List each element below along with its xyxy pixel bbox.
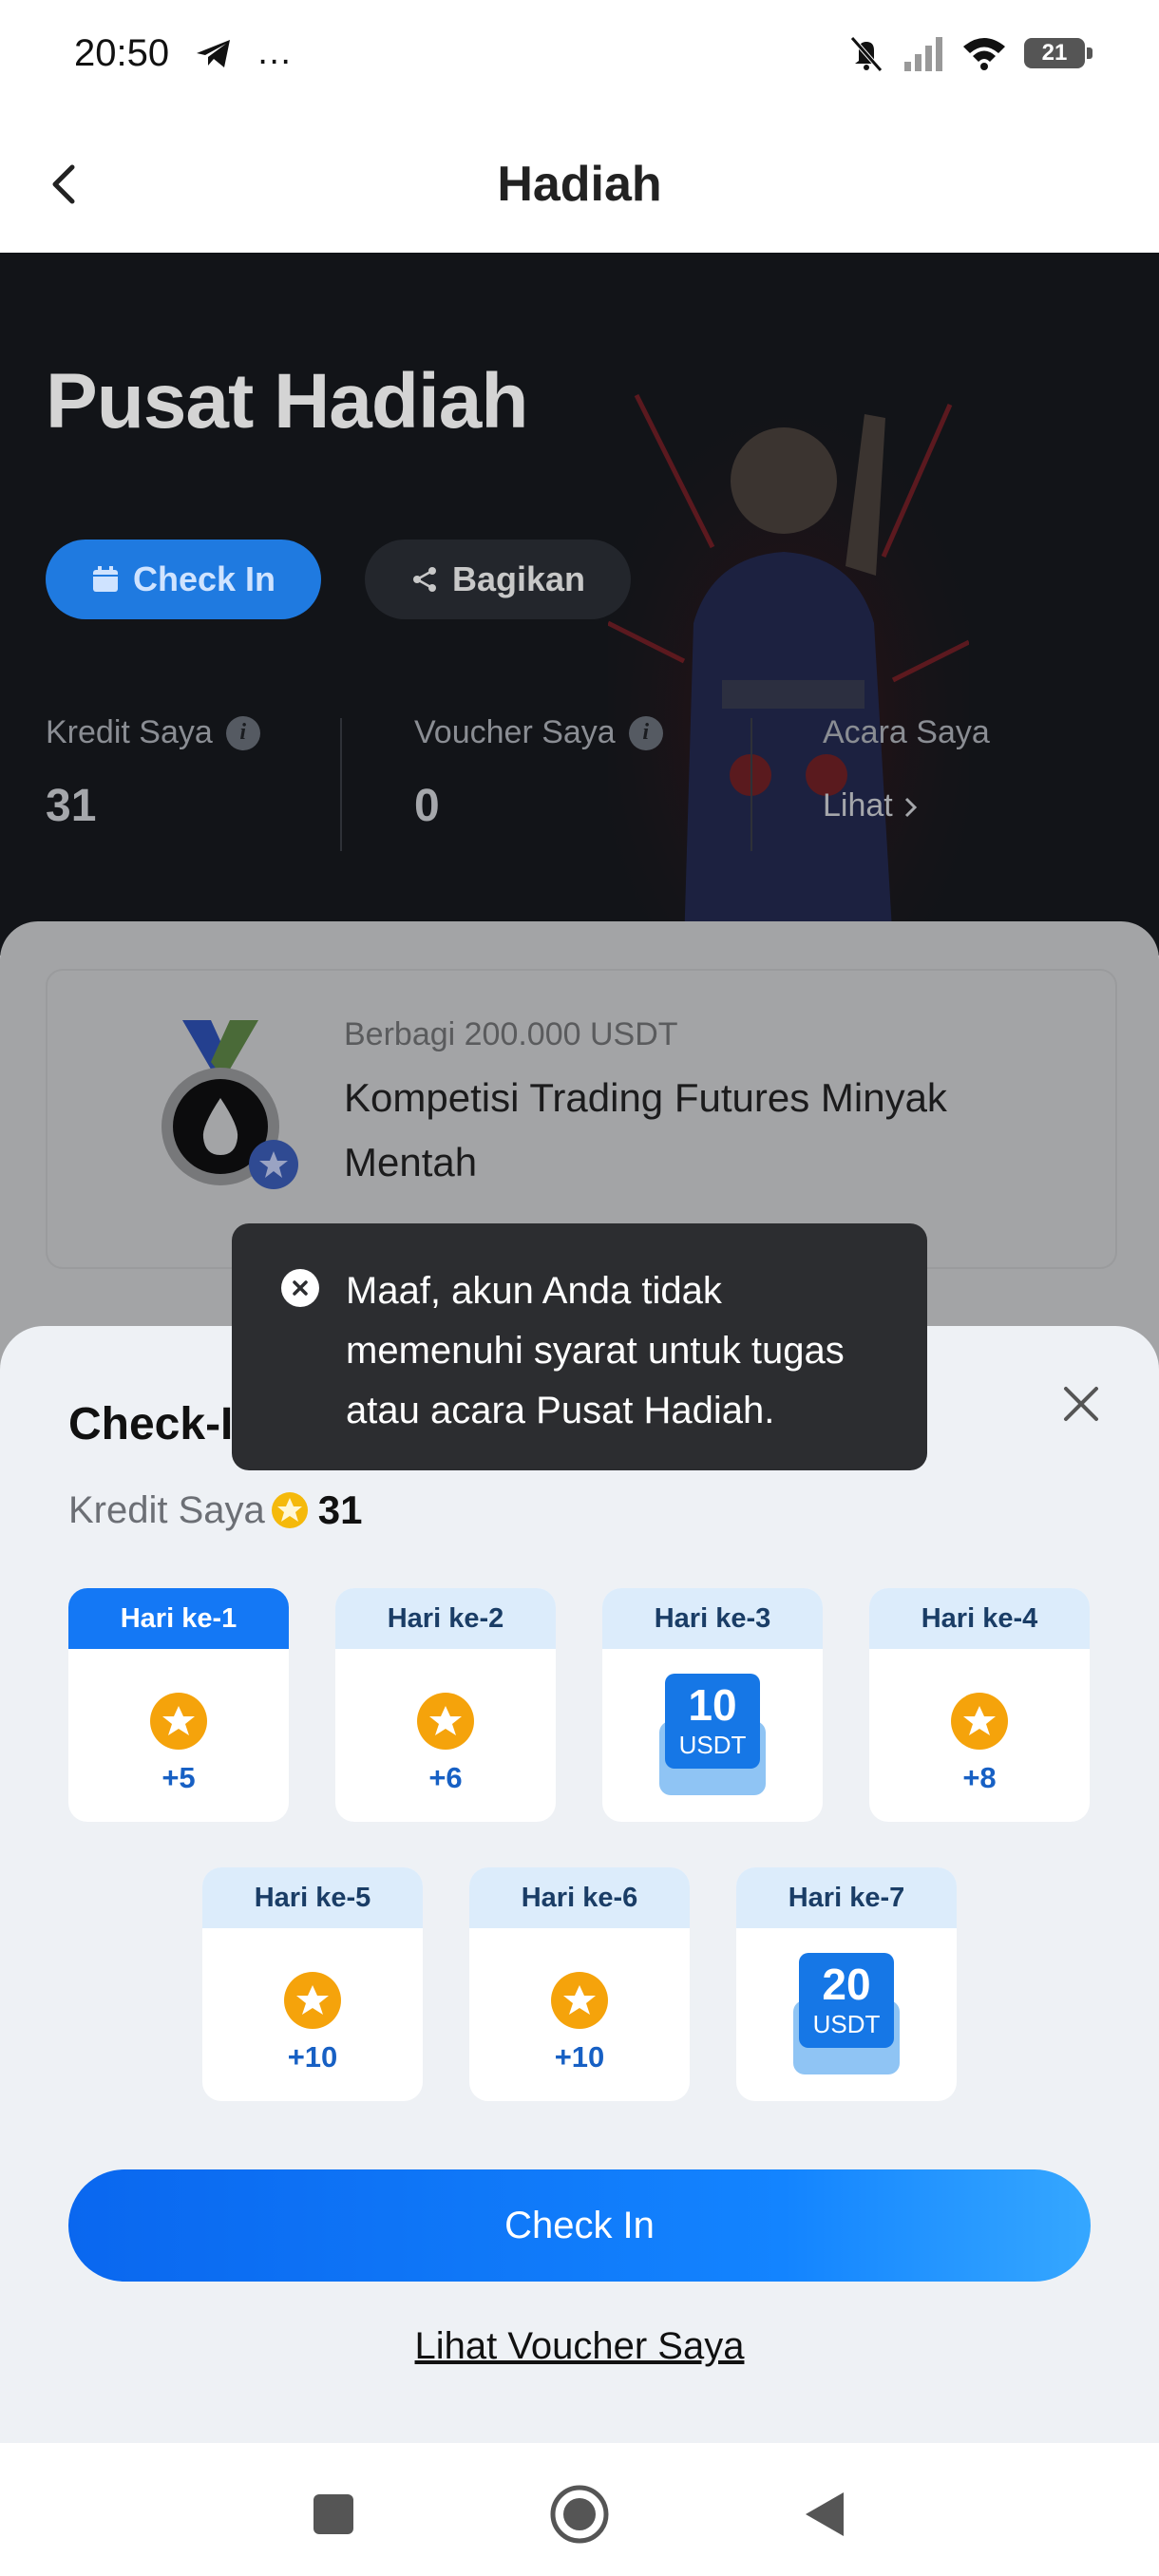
view-vouchers-link[interactable]: Lihat Voucher Saya	[0, 2325, 1159, 2368]
day-label: Hari ke-6	[469, 1867, 690, 1928]
hero-title: Pusat Hadiah	[46, 358, 528, 445]
toast-message: Maaf, akun Anda tidak memenuhi syarat un…	[346, 1270, 845, 1431]
mute-icon	[850, 36, 883, 72]
status-left-icons: …	[195, 32, 293, 73]
stat-credits[interactable]: Kredit Saya i 31	[46, 714, 260, 832]
stat-credits-label: Kredit Saya	[46, 714, 213, 750]
day-label: Hari ke-2	[335, 1588, 556, 1649]
day-card-4[interactable]: Hari ke-4 +8	[869, 1588, 1090, 1822]
signal-icon	[904, 37, 942, 71]
usdt-amount: 10	[688, 1680, 737, 1730]
campaign-title: Kompetisi Trading Futures Minyak Mentah	[344, 1075, 947, 1184]
day-label: Hari ke-4	[869, 1588, 1090, 1649]
share-icon	[412, 567, 436, 592]
day-card-5[interactable]: Hari ke-5 +10	[202, 1867, 423, 2101]
calendar-icon	[92, 566, 118, 592]
triangle-back-icon	[806, 2492, 844, 2536]
star-coin-icon	[271, 1492, 308, 1528]
medal-icon	[162, 1020, 298, 1189]
day-reward: +6	[428, 1761, 463, 1794]
credits-label: Kredit Saya	[68, 1488, 265, 1531]
share-button[interactable]: Bagikan	[365, 540, 631, 619]
usdt-unit: USDT	[812, 2010, 881, 2038]
star-coin-icon	[150, 1693, 207, 1750]
close-icon	[1064, 1387, 1098, 1421]
checkin-button[interactable]: Check In	[68, 2169, 1091, 2282]
home-button[interactable]	[546, 2481, 613, 2548]
hero-checkin-label: Check In	[132, 559, 276, 598]
credits-row: Kredit Saya 31	[68, 1487, 363, 1533]
info-icon[interactable]: i	[225, 715, 260, 750]
stat-events[interactable]: Acara Saya Lihat	[823, 714, 990, 824]
error-toast: Maaf, akun Anda tidak memenuhi syarat un…	[232, 1223, 927, 1470]
day-reward: +10	[554, 2040, 605, 2074]
hero-checkin-button[interactable]: Check In	[46, 540, 321, 619]
checkin-sheet: Check-I Kredit Saya 31 Hari ke-1 +5 Hari…	[0, 1326, 1159, 2443]
star-coin-icon	[417, 1693, 474, 1750]
back-nav-button[interactable]	[792, 2481, 859, 2548]
stat-vouchers[interactable]: Voucher Saya i 0	[414, 714, 663, 832]
star-coin-icon	[284, 1972, 341, 2029]
day-label: Hari ke-3	[602, 1588, 823, 1649]
chevron-right-icon	[905, 797, 918, 818]
day-reward: +10	[287, 2040, 338, 2074]
status-bar: 20:50 … 21	[0, 0, 1159, 114]
usdt-voucher-icon: 10 USDT	[659, 1674, 766, 1795]
stat-divider	[340, 718, 342, 851]
day-card-2[interactable]: Hari ke-2 +6	[335, 1588, 556, 1822]
system-nav-bar	[0, 2443, 1159, 2576]
view-events-link[interactable]: Lihat	[823, 787, 990, 824]
stat-vouchers-label: Voucher Saya	[414, 714, 616, 750]
campaign-subtitle: Berbagi 200.000 USDT	[344, 1016, 678, 1052]
wifi-icon	[963, 38, 1005, 70]
day-reward: +8	[962, 1761, 997, 1794]
battery-icon: 21	[1024, 38, 1092, 68]
stat-divider	[750, 718, 752, 851]
driver-promo-image	[608, 376, 969, 946]
credits-value: 31	[317, 1487, 363, 1532]
share-label: Bagikan	[451, 559, 586, 598]
day-card-7[interactable]: Hari ke-7 20 USDT	[736, 1867, 957, 2101]
telegram-icon	[197, 39, 230, 67]
day-label: Hari ke-5	[202, 1867, 423, 1928]
stat-credits-value: 31	[46, 781, 97, 831]
day-card-6[interactable]: Hari ke-6 +10	[469, 1867, 690, 2101]
square-icon	[314, 2494, 353, 2534]
page-title: Hadiah	[497, 157, 662, 212]
usdt-amount: 20	[822, 1960, 871, 2009]
stat-vouchers-value: 0	[414, 781, 440, 831]
star-coin-icon	[951, 1693, 1008, 1750]
home-circle-icon	[550, 2485, 609, 2544]
close-button[interactable]	[1054, 1377, 1108, 1430]
view-events-label: Lihat	[823, 787, 893, 824]
status-time: 20:50	[74, 32, 170, 74]
usdt-voucher-icon: 20 USDT	[793, 1953, 900, 2074]
rewards-hero: Pusat Hadiah Check In Bagikan Kredit Say…	[0, 253, 1159, 956]
stat-events-label: Acara Saya	[823, 714, 990, 750]
star-coin-icon	[551, 1972, 608, 2029]
day-reward: +5	[162, 1761, 196, 1794]
sheet-title: Check-I	[68, 1399, 234, 1449]
day-card-1[interactable]: Hari ke-1 +5	[68, 1588, 289, 1822]
day-label: Hari ke-1	[68, 1588, 289, 1649]
error-icon	[281, 1269, 319, 1307]
day-label: Hari ke-7	[736, 1867, 957, 1928]
usdt-unit: USDT	[678, 1731, 747, 1759]
info-icon[interactable]: i	[628, 715, 663, 750]
recents-button[interactable]	[300, 2481, 367, 2548]
status-right-icons: 21	[847, 34, 1092, 72]
app-header: Hadiah	[0, 114, 1159, 253]
more-notifications-icon: …	[256, 32, 293, 72]
day-card-3[interactable]: Hari ke-3 10 USDT	[602, 1588, 823, 1822]
